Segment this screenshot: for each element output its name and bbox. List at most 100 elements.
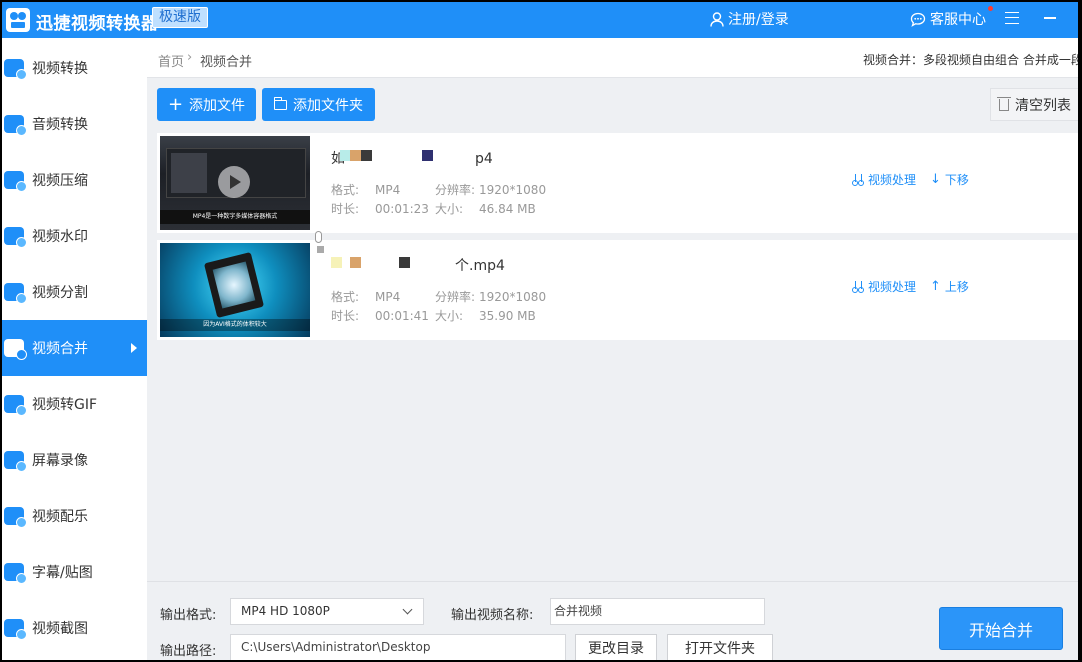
sidebar-item-label: 音频转换 <box>32 117 88 133</box>
sidebar-item-label: 视频配乐 <box>32 509 88 525</box>
video-screenshot-icon <box>4 619 27 640</box>
notification-dot <box>988 6 993 11</box>
move-down-button[interactable]: ↓ 下移 <box>930 171 969 188</box>
video-split-icon <box>4 283 27 304</box>
film-graphic <box>203 252 265 318</box>
sidebar-item-video-gif[interactable]: 视频转GIF <box>2 376 147 432</box>
sidebar-item-video-merge[interactable]: 视频合并 <box>2 320 147 376</box>
breadcrumb-home[interactable]: 首页 <box>158 51 184 70</box>
login-button[interactable]: 注册/登录 <box>710 9 789 29</box>
clear-list-button[interactable]: 清空列表 <box>990 88 1078 121</box>
video-process-button[interactable]: 视频处理 <box>852 171 916 188</box>
login-label: 注册/登录 <box>728 12 789 28</box>
sidebar-item-video-split[interactable]: 视频分割 <box>2 264 147 320</box>
user-icon <box>710 11 724 27</box>
menu-icon[interactable] <box>1005 12 1019 24</box>
chevron-right-icon <box>131 343 137 353</box>
redaction-block <box>350 257 361 268</box>
app-logo-icon <box>6 8 30 32</box>
add-folder-label: 添加文件夹 <box>293 97 363 114</box>
output-path-input[interactable]: C:\Users\Administrator\Desktop <box>230 634 566 660</box>
sidebar: 视频转换 音频转换 视频压缩 视频水印 视频分割 视频合并 视频转GIF 屏幕录… <box>2 38 147 660</box>
sidebar-item-video-watermark[interactable]: 视频水印 <box>2 208 147 264</box>
sidebar-item-audio-convert[interactable]: 音频转换 <box>2 96 147 152</box>
sidebar-item-label: 视频合并 <box>32 341 88 357</box>
sidebar-item-label: 视频转换 <box>32 61 88 77</box>
sidebar-item-video-compress[interactable]: 视频压缩 <box>2 152 147 208</box>
file-meta-row: 格式: MP4 分辨率: 1920*1080 <box>331 290 547 304</box>
video-compress-icon <box>4 171 27 192</box>
service-center-button[interactable]: 客服中心 <box>910 9 986 29</box>
title-bar: 迅捷视频转换器 极速版 注册/登录 客服中心 <box>2 2 1078 38</box>
video-gif-icon <box>4 395 27 416</box>
redaction-block <box>331 257 342 268</box>
arrow-down-icon: ↓ <box>930 171 941 187</box>
video-convert-icon <box>4 59 27 80</box>
output-path-label: 输出路径: <box>160 644 217 659</box>
feature-description: 视频合并：多段视频自由组合 合并成一段 <box>863 53 1078 67</box>
video-thumbnail: 因为AVI格式的体积较大 <box>160 243 310 337</box>
sidebar-item-label: 视频压缩 <box>32 173 88 189</box>
redaction-block <box>422 150 433 161</box>
change-directory-button[interactable]: 更改目录 <box>575 634 657 660</box>
file-row[interactable]: 因为AVI格式的体积较大 个.mp4 格式: MP4 分辨率: 1920*1080 时… <box>157 240 1078 340</box>
sidebar-item-label: 视频转GIF <box>32 397 98 413</box>
output-name-input[interactable]: 合并视频 <box>550 598 765 625</box>
output-name-label: 输出视频名称: <box>451 608 534 623</box>
scissors-icon <box>852 280 864 293</box>
sidebar-item-label: 视频截图 <box>32 621 88 637</box>
app-window: 迅捷视频转换器 极速版 注册/登录 客服中心 视频转换 音频转换 视频压缩 视频… <box>2 2 1078 660</box>
open-folder-button[interactable]: 打开文件夹 <box>667 634 773 660</box>
sidebar-item-label: 视频分割 <box>32 285 88 301</box>
redaction-block <box>399 257 410 268</box>
video-music-icon <box>4 507 27 528</box>
drag-anchor[interactable] <box>317 246 324 253</box>
file-meta-row: 时长: 00:01:41 大小: 35.90 MB <box>331 309 536 323</box>
scissors-icon <box>852 173 864 186</box>
breadcrumb-separator: › <box>187 50 193 65</box>
thumbnail-caption: MP4是一种数字多媒体容器格式 <box>160 210 310 224</box>
sidebar-item-screen-record[interactable]: 屏幕录像 <box>2 432 147 488</box>
redaction-block <box>350 150 361 161</box>
output-format-value: MP4 HD 1080P <box>241 604 330 618</box>
start-merge-button[interactable]: 开始合并 <box>939 607 1063 650</box>
move-up-button[interactable]: ↑ 上移 <box>930 278 969 295</box>
sidebar-item-label: 屏幕录像 <box>32 453 88 469</box>
sidebar-item-video-convert[interactable]: 视频转换 <box>2 40 147 96</box>
thumbnail-caption: 因为AVI格式的体积较大 <box>160 319 310 331</box>
chat-icon <box>910 12 926 27</box>
video-merge-icon <box>4 339 27 360</box>
drag-handle[interactable] <box>315 231 322 243</box>
sidebar-item-label: 视频水印 <box>32 229 88 245</box>
chevron-down-icon <box>402 604 413 615</box>
redaction-block <box>361 150 372 161</box>
video-thumbnail: MP4是一种数字多媒体容器格式 <box>160 136 310 230</box>
file-meta-row: 时长: 00:01:23 大小: 46.84 MB <box>331 202 536 216</box>
breadcrumb-current: 视频合并 <box>200 55 253 70</box>
file-row[interactable]: MP4是一种数字多媒体容器格式 如 p4 格式: MP4 分辨率: 1920*1080 … <box>157 133 1078 233</box>
video-watermark-icon <box>4 227 27 248</box>
subtitle-sticker-icon <box>4 563 27 584</box>
play-icon[interactable] <box>218 166 250 198</box>
breadcrumb: 首页 › 视频合并 视频合并：多段视频自由组合 合并成一段 <box>147 38 1078 78</box>
trash-icon <box>997 96 1011 111</box>
sidebar-item-subtitle-sticker[interactable]: 字幕/贴图 <box>2 544 147 600</box>
add-folder-button[interactable]: 添加文件夹 <box>262 88 375 121</box>
file-meta-row: 格式: MP4 分辨率: 1920*1080 <box>331 183 547 197</box>
add-file-label: 添加文件 <box>189 97 246 114</box>
clear-list-label: 清空列表 <box>1015 97 1071 114</box>
service-label: 客服中心 <box>930 12 986 28</box>
sidebar-item-video-screenshot[interactable]: 视频截图 <box>2 600 147 656</box>
app-title: 迅捷视频转换器 <box>36 14 159 34</box>
output-format-select[interactable]: MP4 HD 1080P <box>230 598 424 625</box>
output-format-label: 输出格式: <box>160 608 217 623</box>
arrow-up-icon: ↑ <box>930 278 941 294</box>
edition-badge: 极速版 <box>152 7 208 28</box>
minimize-icon[interactable] <box>1044 17 1056 19</box>
screen-record-icon <box>4 451 27 472</box>
sidebar-item-video-music[interactable]: 视频配乐 <box>2 488 147 544</box>
add-file-button[interactable]: + 添加文件 <box>157 88 256 121</box>
audio-convert-icon <box>4 115 27 136</box>
plus-icon: + <box>167 93 184 115</box>
video-process-button[interactable]: 视频处理 <box>852 278 916 295</box>
